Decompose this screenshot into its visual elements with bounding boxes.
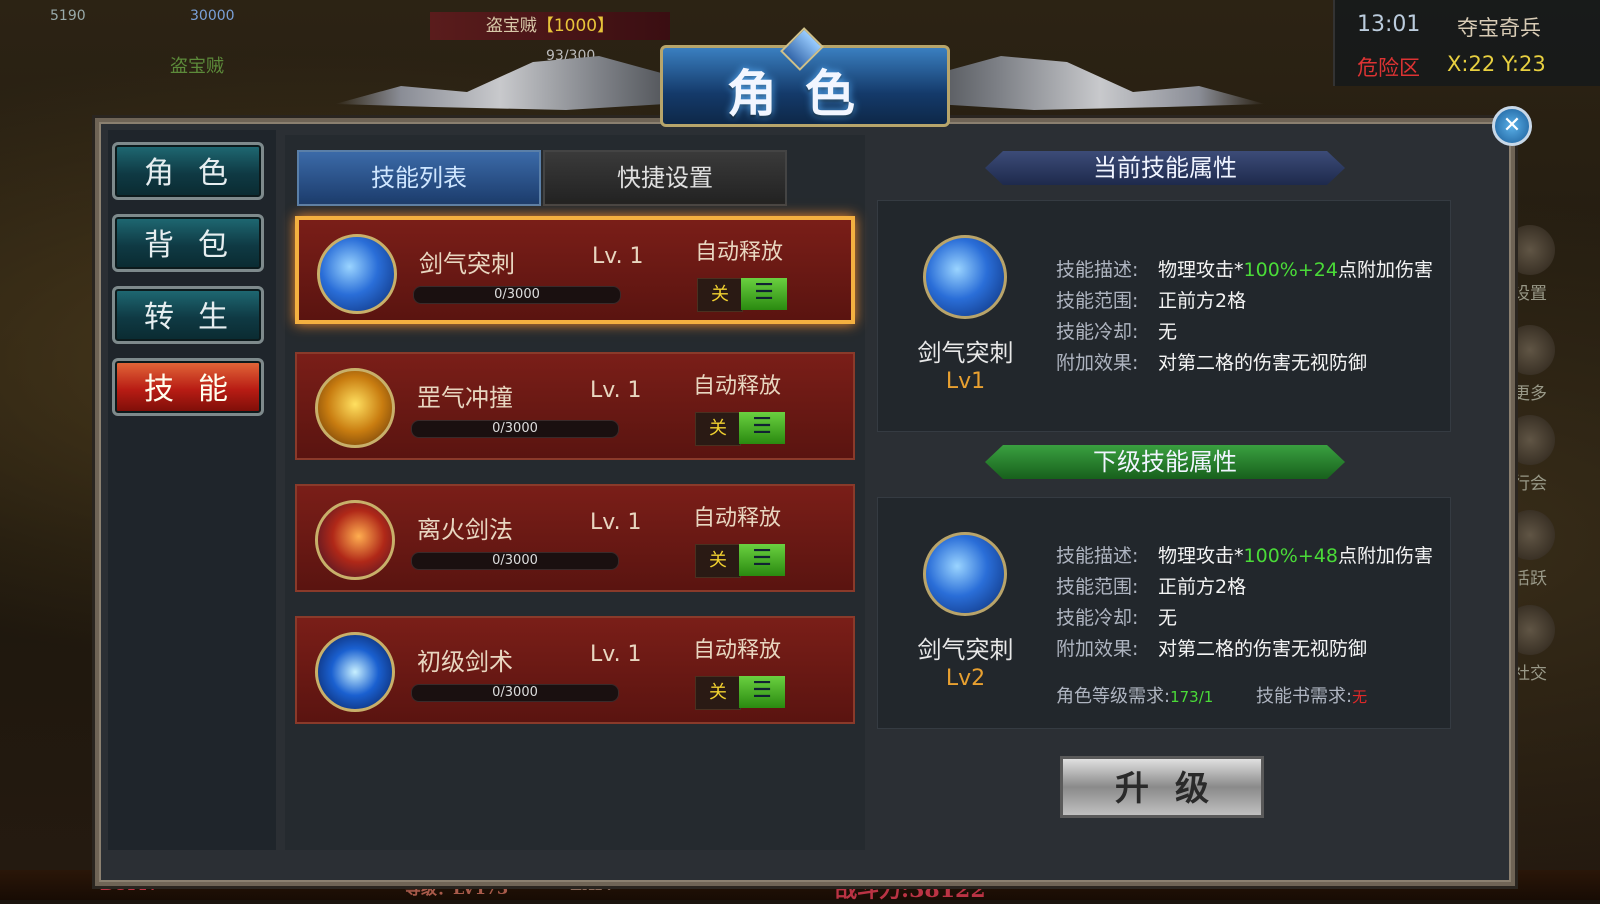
attr-description: 技能描述: 物理攻击*100%+24点附加伤害 [1056, 259, 1433, 281]
coordinates: X:22 Y:23 [1447, 52, 1546, 76]
danger-label: 危险区 [1357, 56, 1420, 80]
menu-icon[interactable]: ☰ [739, 676, 785, 708]
skill-level: Lv. 1 [590, 510, 642, 535]
req-level: 角色等级需求:173/1 [1056, 686, 1214, 707]
skill-progress: 0/3000 [411, 420, 619, 438]
attr-range: 技能范围: 正前方2格 [1056, 576, 1247, 598]
auto-cast-label: 自动释放 [693, 638, 782, 663]
attr-cooldown: 技能冷却: 无 [1056, 607, 1178, 629]
settings-label: 设置 [1513, 284, 1547, 304]
target-nameplate[interactable]: 盗宝贼【1000】 [430, 12, 670, 40]
attr-effect: 附加效果: 对第二格的伤害无视防御 [1056, 638, 1368, 660]
close-icon: ✕ [1502, 113, 1522, 138]
panel-nav: 角色 背包 转生 技能 [108, 130, 276, 850]
skill-level: Lv. 1 [592, 244, 644, 269]
skill-progress: 0/3000 [411, 684, 619, 702]
next-skill-header: 下级技能属性 [985, 445, 1345, 479]
activity-label: 活跃 [1513, 569, 1547, 589]
zone-name: 夺宝奇兵 [1457, 16, 1541, 40]
skill-level: Lv. 1 [590, 642, 642, 667]
skill-row[interactable]: 初级剑术 Lv. 1 0/3000 自动释放 关 ☰ [295, 616, 855, 724]
attr-description: 技能描述: 物理攻击*100%+48点附加伤害 [1056, 545, 1433, 567]
next-skill-level: Lv2 [945, 666, 986, 691]
upgrade-button[interactable]: 升级 [1060, 756, 1264, 818]
skill-row[interactable]: 离火剑法 Lv. 1 0/3000 自动释放 关 ☰ [295, 484, 855, 592]
next-skill-info: 剑气突刺 Lv2 技能描述: 物理攻击*100%+48点附加伤害 技能范围: 正前方… [877, 497, 1451, 729]
guild-label: 行会 [1513, 474, 1547, 494]
auto-cast-label: 自动释放 [695, 240, 784, 265]
close-button[interactable]: ✕ [1492, 106, 1532, 146]
clock-time: 13:01 [1357, 12, 1421, 37]
target-level: 【1000】 [536, 16, 615, 36]
current-skill-info: 剑气突刺 Lv1 技能描述: 物理攻击*100%+24点附加伤害 技能范围: 正前方… [877, 200, 1451, 432]
auto-cast-off-toggle[interactable]: 关 [695, 544, 741, 578]
attr-cooldown: 技能冷却: 无 [1056, 321, 1178, 343]
tab-quick-settings[interactable]: 快捷设置 [543, 150, 787, 206]
more-label: 更多 [1513, 384, 1547, 404]
menu-icon[interactable]: ☰ [739, 412, 785, 444]
avatar-label: 盗宝贼 [170, 56, 224, 77]
req-book: 技能书需求:无 [1256, 686, 1368, 707]
nav-rebirth-button[interactable]: 转生 [112, 286, 264, 344]
skill-row[interactable]: 剑气突刺 Lv. 1 0/3000 自动释放 关 ☰ [295, 216, 855, 324]
time-zone-panel: 13:01 夺宝奇兵 危险区 X:22 Y:23 [1333, 0, 1600, 86]
tab-skill-list[interactable]: 技能列表 [297, 150, 541, 206]
menu-icon[interactable]: ☰ [739, 544, 785, 576]
auto-cast-label: 自动释放 [693, 506, 782, 531]
auto-cast-label: 自动释放 [693, 374, 782, 399]
social-label: 社交 [1513, 664, 1547, 684]
auto-cast-off-toggle[interactable]: 关 [695, 676, 741, 710]
target-name: 盗宝贼 [485, 16, 537, 36]
basic-sword-icon [315, 632, 395, 712]
nav-character-button[interactable]: 角色 [112, 142, 264, 200]
skill-row[interactable]: 罡气冲撞 Lv. 1 0/3000 自动释放 关 ☰ [295, 352, 855, 460]
gold-counter: 5190 [50, 8, 86, 24]
sword-slash-icon [923, 235, 1007, 319]
menu-icon[interactable]: ☰ [741, 278, 787, 310]
attr-effect: 附加效果: 对第二格的伤害无视防御 [1056, 352, 1368, 374]
nav-bag-button[interactable]: 背包 [112, 214, 264, 272]
skill-name: 初级剑术 [417, 648, 513, 676]
gem-counter: 30000 [190, 8, 235, 24]
auto-cast-off-toggle[interactable]: 关 [695, 412, 741, 446]
auto-cast-off-toggle[interactable]: 关 [697, 278, 743, 312]
sword-slash-icon [923, 532, 1007, 616]
skill-progress: 0/3000 [413, 286, 621, 304]
skill-level: Lv. 1 [590, 378, 642, 403]
current-skill-level: Lv1 [945, 369, 986, 394]
nav-skill-button[interactable]: 技能 [112, 358, 264, 416]
warrior-charge-icon [315, 368, 395, 448]
attr-range: 技能范围: 正前方2格 [1056, 290, 1247, 312]
skill-name: 离火剑法 [417, 516, 513, 544]
current-skill-name: 剑气突刺 [917, 339, 1014, 367]
fire-sword-icon [315, 500, 395, 580]
current-skill-header: 当前技能属性 [985, 151, 1345, 185]
skill-progress: 0/3000 [411, 552, 619, 570]
skill-name: 剑气突刺 [419, 250, 515, 278]
skill-name: 罡气冲撞 [417, 384, 513, 412]
sword-slash-icon [317, 234, 397, 314]
next-skill-name: 剑气突刺 [917, 636, 1014, 664]
